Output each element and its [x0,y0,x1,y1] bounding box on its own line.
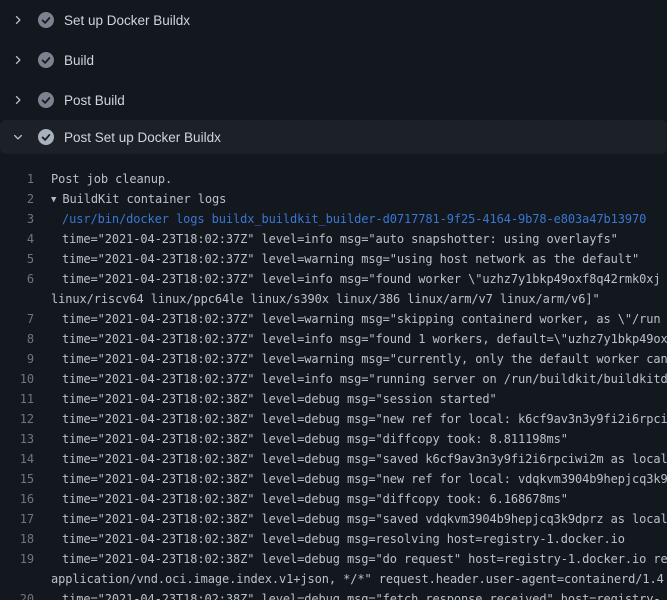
log-line-text: time="2021-04-23T18:02:38Z" level=debug … [62,392,497,406]
steps-list: Set up Docker Buildx Build P [0,0,667,154]
log-line-number[interactable]: 9 [0,349,34,369]
log-line-text: linux/riscv64 linux/ppc64le linux/s390x … [51,292,600,306]
log-line-text: time="2021-04-23T18:02:37Z" level=warnin… [62,252,639,266]
log-line-text: time="2021-04-23T18:02:38Z" level=debug … [62,412,667,426]
chevron-right-icon [11,13,25,27]
log-line: 8 time="2021-04-23T18:02:37Z" level=info… [0,329,667,349]
log-line-number[interactable]: 2 [0,189,34,209]
log-line-number[interactable]: 4 [0,229,34,249]
chevron-right-icon [11,53,25,67]
log-line: 10 time="2021-04-23T18:02:37Z" level=inf… [0,369,667,389]
log-line-number[interactable]: 6 [0,269,34,289]
check-circle-icon [38,52,54,68]
log-line: 12 time="2021-04-23T18:02:38Z" level=deb… [0,409,667,429]
log-line: 9 time="2021-04-23T18:02:37Z" level=warn… [0,349,667,369]
log-line: 14 time="2021-04-23T18:02:38Z" level=deb… [0,449,667,469]
log-line-text: time="2021-04-23T18:02:38Z" level=debug … [62,552,667,566]
log-line-number[interactable]: 17 [0,509,34,529]
log-line-number[interactable]: 12 [0,409,34,429]
log-line-number[interactable]: 3 [0,209,34,229]
log-line-text: time="2021-04-23T18:02:37Z" level=info m… [62,372,667,386]
log-line: 1 Post job cleanup. [0,169,667,189]
log-line-text: time="2021-04-23T18:02:37Z" level=warnin… [62,352,667,366]
actions-log-viewer: Set up Docker Buildx Build P [0,0,667,600]
log-line-text: /usr/bin/docker logs buildx_buildkit_bui… [62,212,646,226]
step-label: Build [64,53,94,68]
log-line: 7 time="2021-04-23T18:02:37Z" level=warn… [0,309,667,329]
log-line-number[interactable]: 18 [0,529,34,549]
log-line: 5 time="2021-04-23T18:02:37Z" level=warn… [0,249,667,269]
log-line-number[interactable]: 8 [0,329,34,349]
log-line-text: time="2021-04-23T18:02:38Z" level=debug … [62,592,660,600]
log-line: 2 ▼ BuildKit container logs [0,189,667,209]
log-line: application/vnd.oci.image.index.v1+json,… [0,569,667,589]
log-line-text: time="2021-04-23T18:02:38Z" level=debug … [62,492,568,506]
log-line: 17 time="2021-04-23T18:02:38Z" level=deb… [0,509,667,529]
log-line-text: time="2021-04-23T18:02:38Z" level=debug … [62,472,667,486]
log-line-text: time="2021-04-23T18:02:38Z" level=debug … [62,452,667,466]
log-line-number[interactable]: 14 [0,449,34,469]
log-line: 19 time="2021-04-23T18:02:38Z" level=deb… [0,549,667,569]
log-line-number[interactable]: 5 [0,249,34,269]
log-line: 16 time="2021-04-23T18:02:38Z" level=deb… [0,489,667,509]
log-line: 6 time="2021-04-23T18:02:37Z" level=info… [0,269,667,289]
step-label: Post Set up Docker Buildx [64,130,221,145]
step-header-post-build[interactable]: Post Build [0,80,667,120]
log-line-text: time="2021-04-23T18:02:38Z" level=debug … [62,512,667,526]
log-line-number [0,569,34,589]
log-line-number[interactable]: 7 [0,309,34,329]
log-line: 18 time="2021-04-23T18:02:38Z" level=deb… [0,529,667,549]
check-circle-icon [38,129,54,145]
log-line-number[interactable]: 13 [0,429,34,449]
step-header-set-up-docker-buildx[interactable]: Set up Docker Buildx [0,0,667,40]
log-line-number[interactable]: 15 [0,469,34,489]
log-line-text: time="2021-04-23T18:02:37Z" level=info m… [62,272,660,286]
check-circle-icon [38,92,54,108]
step-header-build[interactable]: Build [0,40,667,80]
chevron-down-icon [11,130,25,144]
triangle-down-icon[interactable]: ▼ [51,190,56,210]
log-group-toggle[interactable]: BuildKit container logs [62,192,226,206]
log-line: 20 time="2021-04-23T18:02:38Z" level=deb… [0,589,667,600]
log-line-number[interactable]: 16 [0,489,34,509]
step-label: Post Build [64,93,125,108]
log-line-number[interactable]: 11 [0,389,34,409]
log-line-text: application/vnd.oci.image.index.v1+json,… [51,572,664,586]
log-line-text: time="2021-04-23T18:02:37Z" level=info m… [62,332,667,346]
chevron-right-icon [11,93,25,107]
log-area: 1 Post job cleanup. 2 ▼ BuildKit containe… [0,154,667,600]
log-line-text: Post job cleanup. [51,172,172,186]
log-line-number [0,289,34,309]
log-line-text: time="2021-04-23T18:02:38Z" level=debug … [62,532,625,546]
log-line-text: time="2021-04-23T18:02:38Z" level=debug … [62,432,568,446]
log-line-number[interactable]: 20 [0,589,34,600]
log-line-number[interactable]: 10 [0,369,34,389]
log-line: 11 time="2021-04-23T18:02:38Z" level=deb… [0,389,667,409]
log-line-number[interactable]: 1 [0,169,34,189]
log-line-number[interactable]: 19 [0,549,34,569]
log-line: 4 time="2021-04-23T18:02:37Z" level=info… [0,229,667,249]
log-line: 13 time="2021-04-23T18:02:38Z" level=deb… [0,429,667,449]
log-line: linux/riscv64 linux/ppc64le linux/s390x … [0,289,667,309]
log-line-text: time="2021-04-23T18:02:37Z" level=info m… [62,232,618,246]
step-header-post-set-up-docker-buildx[interactable]: Post Set up Docker Buildx [0,120,667,154]
log-line-text: time="2021-04-23T18:02:37Z" level=warnin… [62,312,660,326]
check-circle-icon [38,12,54,28]
step-label: Set up Docker Buildx [64,13,190,28]
log-line: 3 /usr/bin/docker logs buildx_buildkit_b… [0,209,667,229]
log-line: 15 time="2021-04-23T18:02:38Z" level=deb… [0,469,667,489]
